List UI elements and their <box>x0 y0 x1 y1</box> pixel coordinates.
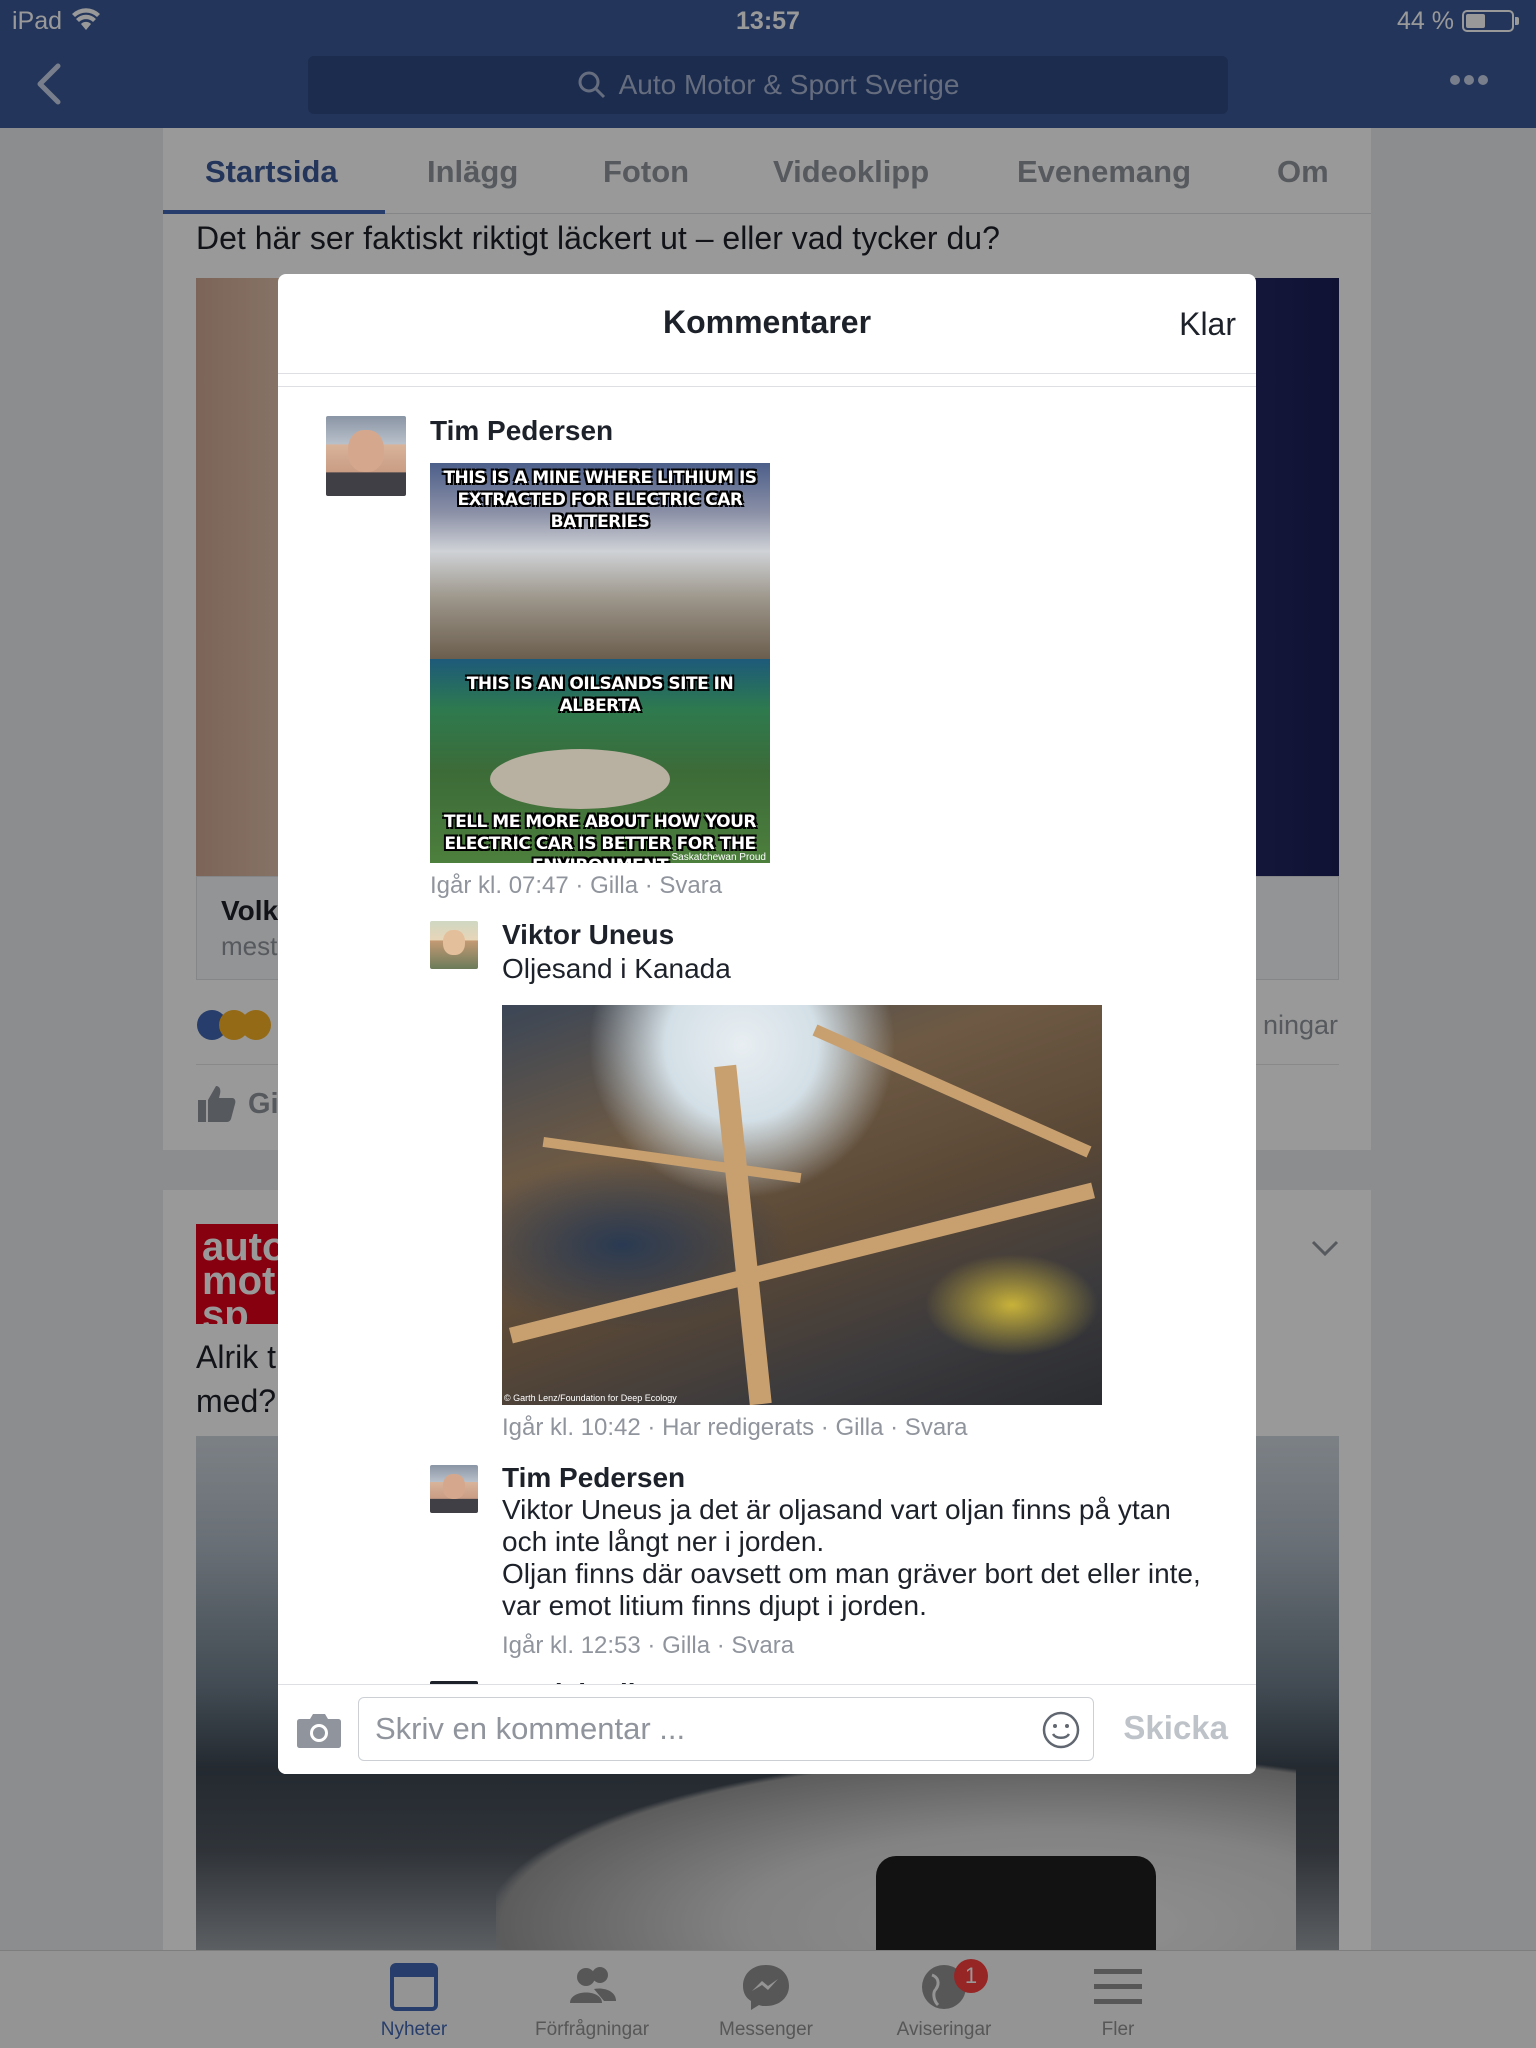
comment-image[interactable]: © Garth Lenz/Foundation for Deep Ecology <box>502 1005 1102 1405</box>
modal-header: Kommentarer Klar <box>278 274 1256 374</box>
comments-list[interactable]: Tim Pedersen THIS IS A MINE WHERE LITHIU… <box>278 387 1256 1687</box>
comment-text: Viktor Uneus ja det är oljasand vart olj… <box>502 1494 1201 1621</box>
avatar[interactable] <box>430 1465 478 1513</box>
comment-text: Oljesand i Kanada <box>502 953 731 984</box>
comment-author[interactable]: Tim Pedersen <box>502 1462 685 1494</box>
comment-author[interactable]: Tim Pedersen <box>430 415 613 447</box>
modal-title: Kommentarer <box>662 304 872 340</box>
comment-placeholder: Skriv en kommentar ... <box>375 1711 686 1746</box>
comments-modal: Kommentarer Klar Tim Pedersen THIS IS A … <box>278 274 1256 1774</box>
comment-input[interactable]: Skriv en kommentar ... <box>358 1697 1094 1761</box>
done-button[interactable]: Klar <box>1179 306 1236 343</box>
comment-meta[interactable]: Igår kl. 10:42 · Har redigerats · Gilla … <box>502 1414 968 1442</box>
meme-caption: THIS IS A MINE WHERE LITHIUM IS EXTRACTE… <box>443 468 757 532</box>
comment-image[interactable]: THIS IS A MINE WHERE LITHIUM IS EXTRACTE… <box>430 463 770 863</box>
comment-composer: Skriv en kommentar ... Skicka <box>278 1684 1256 1774</box>
camera-icon[interactable] <box>296 1711 342 1749</box>
image-credit: Saskatchewan Proud <box>671 852 766 863</box>
avatar[interactable] <box>326 416 406 496</box>
send-button[interactable]: Skicka <box>1123 1709 1228 1747</box>
comment-meta[interactable]: Igår kl. 12:53 · Gilla · Svara <box>502 1632 794 1660</box>
comment-author[interactable]: Viktor Uneus <box>502 919 674 951</box>
comment-meta[interactable]: Igår kl. 07:47 · Gilla · Svara <box>430 872 722 900</box>
image-credit: © Garth Lenz/Foundation for Deep Ecology <box>504 1393 677 1403</box>
meme-caption: THIS IS AN OILSANDS SITE IN ALBERTA <box>466 674 734 716</box>
avatar[interactable] <box>430 921 478 969</box>
emoji-icon[interactable] <box>1041 1710 1081 1750</box>
